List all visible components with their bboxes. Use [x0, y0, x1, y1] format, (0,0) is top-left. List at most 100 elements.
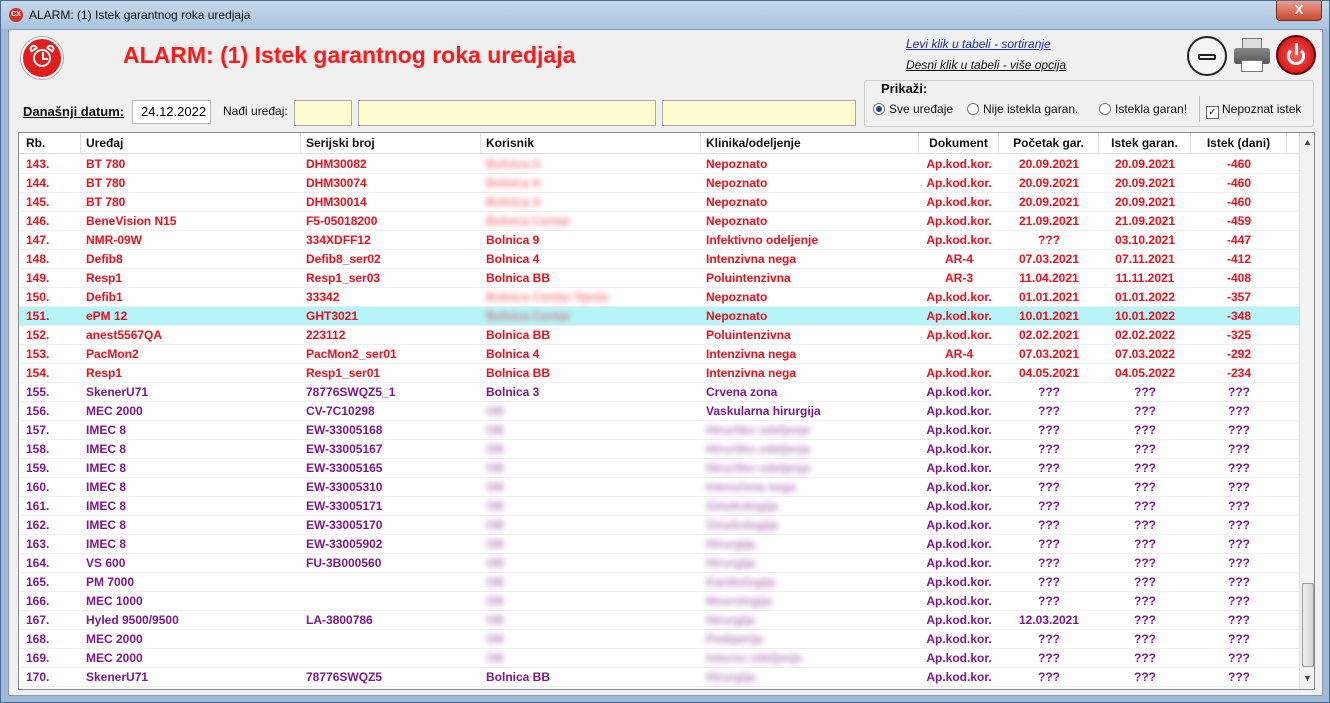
table-row[interactable]: 145. BT 780 DHM30014 Bolnica A Nepoznato Ap.k…	[19, 193, 1299, 212]
divider	[1199, 96, 1200, 122]
options-hint-link[interactable]: Desni klik u tabeli - više opcija	[906, 58, 1066, 72]
cell-user: Bolnica 9	[486, 233, 540, 247]
table-row[interactable]: 154. Resp1 Resp1_ser01 Bolnica BB Intenzivna…	[19, 364, 1299, 383]
cell-serial: DHM30014	[306, 195, 367, 209]
table-row[interactable]: 152. anest5567QA 223112 Bolnica BB Poluinten…	[19, 326, 1299, 345]
table-row[interactable]: 143. BT 780 DHM30082 Bolnica A Nepoznato Ap.k…	[19, 155, 1299, 174]
table-row[interactable]: 162. IMEC 8 EW-33005170 OB Ginekologija Ap.ko…	[19, 516, 1299, 535]
cell-start: 20.09.2021	[1018, 195, 1080, 209]
minimize-button[interactable]	[1187, 36, 1227, 76]
table-row[interactable]: 166. MEC 1000 OB Neurologija Ap.kod.kor.????…	[19, 592, 1299, 611]
table-row[interactable]: 160. IMEC 8 EW-33005310 OB Intenzivna nega Ap…	[19, 478, 1299, 497]
table-row[interactable]: 163. IMEC 8 EW-33005902 OB Hirurgija Ap.kod.k…	[19, 535, 1299, 554]
table-row[interactable]: 149. Resp1 Resp1_ser03 Bolnica BB Poluintenz…	[19, 269, 1299, 288]
cell-end: 03.10.2021	[1114, 233, 1176, 247]
table-row[interactable]: 167. Hyled 9500/9500 LA-3800786 OB Hirurgija…	[19, 611, 1299, 630]
print-button[interactable]	[1232, 38, 1272, 74]
cell-serial: 33342	[306, 290, 340, 304]
col-device[interactable]: Uređaj	[81, 133, 301, 154]
date-field[interactable]: 24.12.2022	[132, 100, 211, 124]
cell-rb: 155.	[26, 385, 50, 399]
unknown-expiry-checkbox[interactable]: ✓ Nepoznat istek	[1206, 102, 1301, 119]
cell-clinic: Intenzivna nega	[706, 366, 797, 380]
col-clinic[interactable]: Klinika/odeljenje	[701, 133, 919, 154]
table-row[interactable]: 156. MEC 2000 CV-7C10298 OB Vaskularna hirur…	[19, 402, 1299, 421]
cell-clinic: Nepoznato	[706, 157, 768, 171]
col-user[interactable]: Korisnik	[481, 133, 701, 154]
table-row[interactable]: 169. MEC 2000 OB Interno odeljenje Ap.kod.ko…	[19, 649, 1299, 668]
cell-user: Bolnica BB	[486, 271, 551, 285]
col-days[interactable]: Istek (dani)	[1191, 133, 1287, 154]
cell-serial: EW-33005170	[306, 518, 383, 532]
printer-icon	[1241, 60, 1263, 72]
cell-rb: 160.	[26, 480, 50, 494]
table-row[interactable]: 159. IMEC 8 EW-33005165 OB Hirurško odeljenj…	[19, 459, 1299, 478]
radio-expired[interactable]: Istekla garan!	[1099, 102, 1187, 116]
table-row[interactable]: 158. IMEC 8 EW-33005167 OB Hirurško odeljenj…	[19, 440, 1299, 459]
title-bar[interactable]: CX ALARM: (1) Istek garantnog roka uredj…	[1, 1, 1329, 29]
cell-device: IMEC 8	[86, 461, 127, 475]
table-row[interactable]: 153. PacMon2 PacMon2_ser01 Bolnica 4 Intenzi…	[19, 345, 1299, 364]
show-filter-label: Prikaži:	[879, 81, 930, 96]
cell-serial: Resp1_ser03	[306, 271, 381, 285]
sort-hint-link[interactable]: Levi klik u tabeli - sortiranje	[906, 37, 1051, 51]
col-document[interactable]: Dokument	[919, 133, 999, 154]
table-row[interactable]: 168. MEC 2000 OB Pedijatrija Ap.kod.kor.????…	[19, 630, 1299, 649]
cell-user: Bolnica Centar Opsta	[486, 290, 609, 304]
table-row[interactable]: 146. BeneVision N15 F5-05018200 Bolnica Cen…	[19, 212, 1299, 231]
cell-rb: 145.	[26, 195, 50, 209]
cell-device: NMR-09W	[86, 233, 142, 247]
table-row[interactable]: 144. BT 780 DHM30074 Bolnica A Nepoznato Ap.k…	[19, 174, 1299, 193]
cell-start: ???	[1038, 233, 1060, 247]
table-row[interactable]: 151. ePM 12 GHT3021 Bolnica Centar Nepoznato…	[19, 307, 1299, 326]
table-body: 143. BT 780 DHM30082 Bolnica A Nepoznato Ap.k…	[19, 155, 1299, 687]
table-row[interactable]: 165. PM 7000 OB Kardiologija Ap.kod.kor.????…	[19, 573, 1299, 592]
col-rb[interactable]: Rb.	[19, 133, 81, 154]
scroll-up-icon[interactable]: ▲	[1303, 137, 1312, 147]
vertical-scrollbar[interactable]: ▲ ▼	[1299, 133, 1314, 689]
cell-device: SkenerU71	[86, 670, 149, 684]
cell-serial: 334XDFF12	[306, 233, 371, 247]
cell-days: ???	[1228, 499, 1250, 513]
radio-all-devices[interactable]: Sve uređaje	[873, 102, 953, 116]
devices-table[interactable]: Rb. Uređaj Serijski broj Korisnik Klinik…	[18, 132, 1315, 690]
table-row[interactable]: 147. NMR-09W 334XDFF12 Bolnica 9 Infektivno …	[19, 231, 1299, 250]
find-input-1[interactable]	[294, 100, 352, 126]
cell-doc: Ap.kod.kor.	[926, 499, 992, 513]
checkmark-icon: ✓	[1206, 106, 1219, 119]
radio-not-expired[interactable]: Nije istekla garan.	[967, 102, 1078, 116]
cell-device: PacMon2	[86, 347, 139, 361]
cell-end: ???	[1134, 632, 1156, 646]
table-row[interactable]: 170. SkenerU71 78776SWQZ5 Bolnica BB Hirurgi…	[19, 668, 1299, 687]
scroll-thumb[interactable]	[1302, 583, 1314, 667]
cell-user: OB	[486, 518, 504, 532]
find-input-2[interactable]	[358, 100, 656, 126]
cell-end: ???	[1134, 480, 1156, 494]
cell-user: OB	[486, 575, 504, 589]
col-start[interactable]: Početak gar.	[999, 133, 1099, 154]
table-row[interactable]: 164. VS 600 FU-3B000560 OB Hirurgija Ap.kod.k…	[19, 554, 1299, 573]
cell-start: ???	[1038, 404, 1060, 418]
find-input-3[interactable]	[662, 100, 856, 126]
cell-device: Hyled 9500/9500	[86, 613, 179, 627]
cell-user: OB	[486, 556, 504, 570]
table-row[interactable]: 157. IMEC 8 EW-33005168 OB Hirurško odeljenj…	[19, 421, 1299, 440]
cell-end: 02.02.2022	[1114, 328, 1176, 342]
table-row[interactable]: 150. Defib1 33342 Bolnica Centar Opsta Nepoz…	[19, 288, 1299, 307]
scroll-down-icon[interactable]: ▼	[1303, 673, 1312, 683]
cell-device: IMEC 8	[86, 518, 127, 532]
cell-days: ???	[1228, 556, 1250, 570]
cell-days: -412	[1226, 252, 1252, 266]
table-row[interactable]: 155. SkenerU71 78776SWQZ5_1 Bolnica 3 Crvena…	[19, 383, 1299, 402]
col-serial[interactable]: Serijski broj	[301, 133, 481, 154]
cell-device: BeneVision N15	[86, 214, 177, 228]
cell-device: BT 780	[86, 157, 126, 171]
cell-user: OB	[486, 632, 504, 646]
cell-device: IMEC 8	[86, 499, 127, 513]
close-button[interactable]: X	[1276, 1, 1322, 21]
table-row[interactable]: 161. IMEC 8 EW-33005171 OB Ginekologija Ap.ko…	[19, 497, 1299, 516]
cell-doc: Ap.kod.kor.	[926, 366, 992, 380]
table-row[interactable]: 148. Defib8 Defib8_ser02 Bolnica 4 Intenzivn…	[19, 250, 1299, 269]
exit-button[interactable]	[1276, 35, 1316, 75]
col-end[interactable]: Istek garan.	[1099, 133, 1191, 154]
